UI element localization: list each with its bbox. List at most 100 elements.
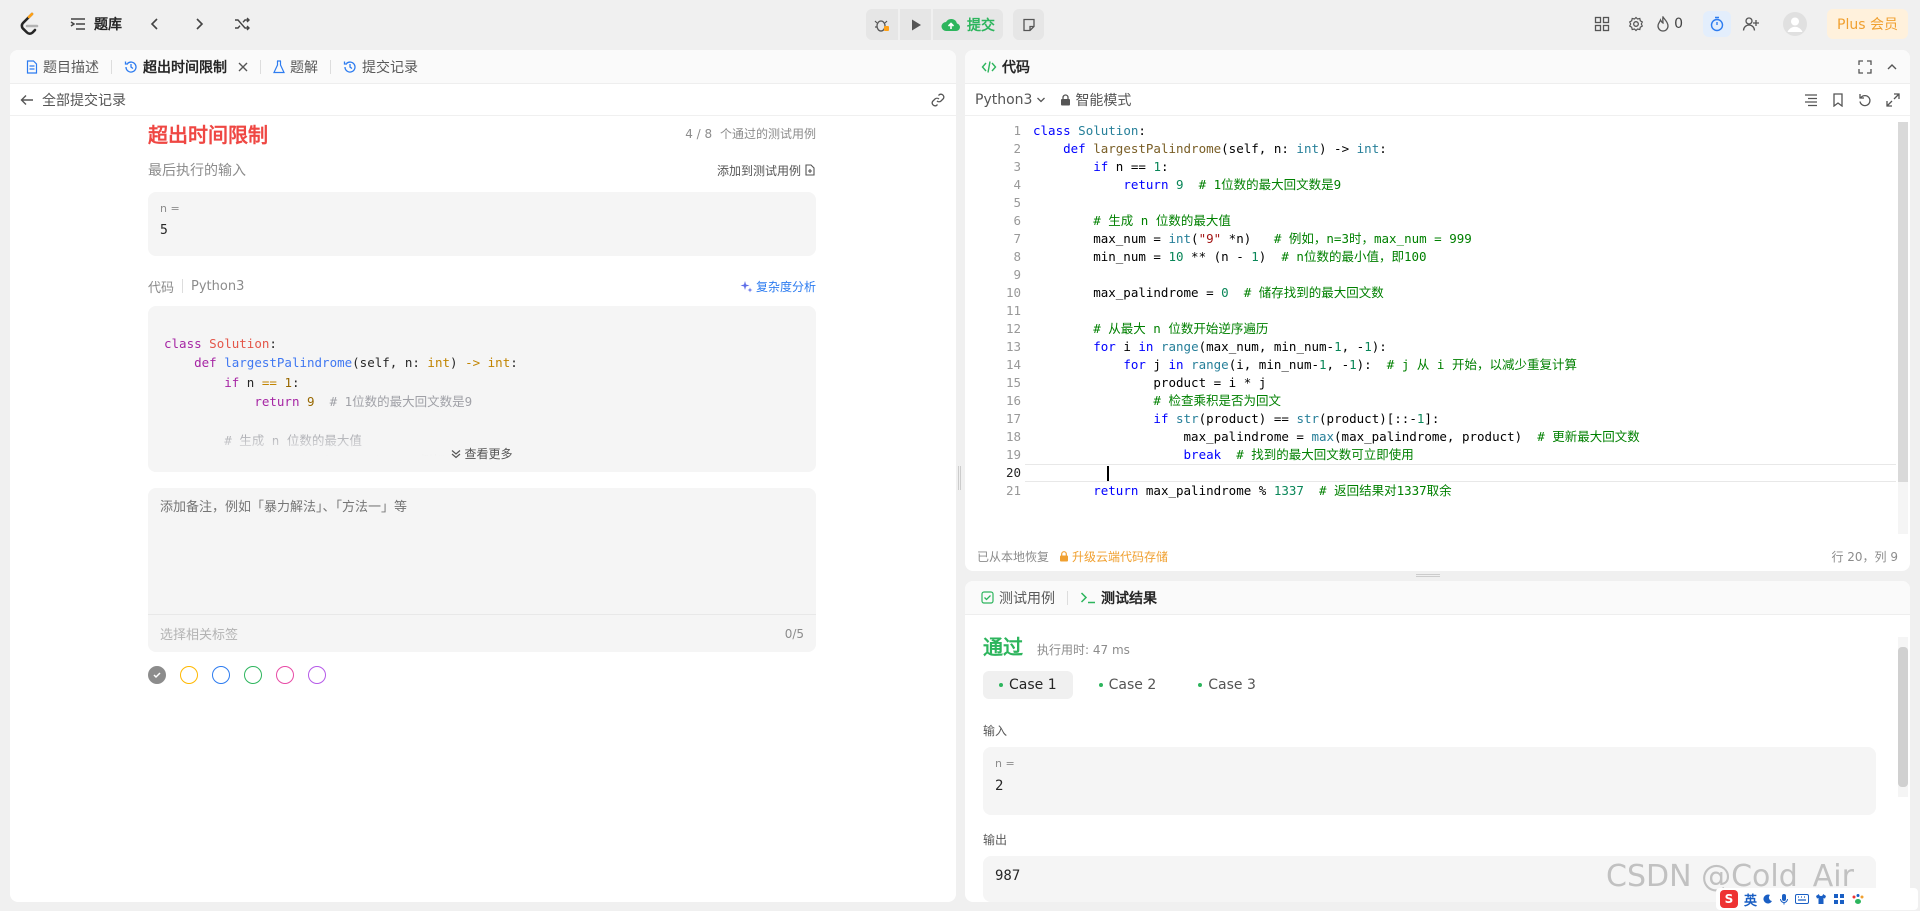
tag-select[interactable]: 选择相关标签 <box>160 624 238 643</box>
vertical-resize-handle[interactable] <box>958 466 961 490</box>
code-line[interactable] <box>1033 302 1640 320</box>
grid-icon[interactable] <box>1833 893 1845 905</box>
code-line[interactable]: return 9 # 1位数的最大回文数是9 <box>1033 176 1640 194</box>
code-line[interactable]: product = i * j <box>1033 374 1640 392</box>
code-line[interactable]: # 生成 n 位数的最大值 <box>1033 212 1640 230</box>
shirt-icon[interactable] <box>1815 893 1827 905</box>
run-button[interactable] <box>900 9 931 40</box>
timer-icon[interactable] <box>1703 11 1732 37</box>
result-scrollbar[interactable] <box>1898 637 1908 797</box>
complexity-analysis-button[interactable]: 复杂度分析 <box>740 278 816 295</box>
code-line[interactable]: class Solution: <box>1033 122 1640 140</box>
submit-button[interactable]: 提交 <box>933 9 1003 40</box>
paw-icon[interactable] <box>1851 893 1865 905</box>
bookmark-icon[interactable] <box>1832 92 1844 107</box>
tab-code[interactable]: 代码 <box>973 57 1038 77</box>
color-tag-purple[interactable] <box>308 666 326 684</box>
code-line[interactable]: return max_palindrome % 1337 # 返回结果对1337… <box>1033 482 1640 500</box>
chevron-left-icon[interactable] <box>148 17 162 31</box>
collapse-icon[interactable] <box>1886 61 1898 73</box>
ime-toolbar: S 英 <box>1716 888 1918 910</box>
color-tag-green[interactable] <box>244 666 262 684</box>
language-select[interactable]: Python3 <box>975 92 1046 108</box>
pass-dot <box>999 683 1003 687</box>
editor-scrollbar-thumb[interactable] <box>1898 122 1908 482</box>
code-editor[interactable]: class Solution: def largestPalindrome(se… <box>1033 122 1640 500</box>
flame-icon[interactable]: 0 <box>1656 16 1683 32</box>
chevron-right-icon[interactable] <box>192 17 206 31</box>
maximize-icon[interactable] <box>1858 59 1872 74</box>
problem-library-link[interactable]: 题库 <box>94 14 122 34</box>
avatar[interactable] <box>1783 12 1808 36</box>
code-line[interactable]: break # 找到的最大回文数可立即使用 <box>1033 446 1640 464</box>
notes-button[interactable] <box>1013 9 1044 40</box>
microphone-icon[interactable] <box>1779 893 1789 905</box>
code-line[interactable]: min_num = 10 ** (n - 1) # n位数的最小值，即100 <box>1033 248 1640 266</box>
upgrade-storage-link[interactable]: 升级云端代码存储 <box>1059 548 1168 565</box>
smart-mode-toggle[interactable]: 智能模式 <box>1060 90 1131 110</box>
reset-icon[interactable] <box>1858 93 1872 107</box>
line-number: 13 <box>1005 339 1021 354</box>
color-tag-gray[interactable] <box>148 666 166 684</box>
code-line[interactable]: # 检查乘积是否为回文 <box>1033 392 1640 410</box>
moon-icon[interactable] <box>1763 894 1773 904</box>
note-input[interactable] <box>148 488 816 612</box>
code-line[interactable] <box>1033 266 1640 284</box>
color-tag-pink[interactable] <box>276 666 294 684</box>
tab-separator <box>1067 590 1068 605</box>
tab-description-label: 题目描述 <box>43 59 99 76</box>
leetcode-logo[interactable] <box>18 12 40 36</box>
keyboard-icon[interactable] <box>1795 894 1810 904</box>
expand-icon[interactable] <box>1886 92 1900 107</box>
case-tab-2[interactable]: Case 2 <box>1083 671 1173 699</box>
plus-membership-button[interactable]: Plus 会员 <box>1827 9 1908 39</box>
editor-tabbar: 代码 <box>965 50 1910 84</box>
tab-description[interactable]: 题目描述 <box>18 57 107 77</box>
case-tab-1[interactable]: Case 1 <box>983 671 1073 699</box>
ime-language[interactable]: 英 <box>1744 890 1757 909</box>
code-line[interactable]: max_num = int("9" *n) # 例如，n=3时，max_num … <box>1033 230 1640 248</box>
tab-testcase[interactable]: 测试用例 <box>973 588 1063 608</box>
debug-button[interactable] <box>866 9 898 40</box>
separator <box>182 279 184 293</box>
code-line[interactable]: for i in range(max_num, min_num-1, -1): <box>1033 338 1640 356</box>
add-collaborator-icon[interactable] <box>1737 16 1765 32</box>
code-line[interactable]: max_palindrome = 0 # 储存找到的最大回文数 <box>1033 284 1640 302</box>
line-number: 2 <box>1013 141 1021 156</box>
panel-resize-handle[interactable] <box>1416 574 1440 577</box>
case-tab-3[interactable]: Case 3 <box>1182 671 1272 699</box>
list-icon[interactable] <box>70 16 86 32</box>
code-line[interactable]: if n == 1: <box>1033 158 1640 176</box>
line-number: 3 <box>1013 159 1021 174</box>
close-icon[interactable] <box>238 62 248 72</box>
format-icon[interactable] <box>1804 93 1818 107</box>
result-scrollbar-thumb[interactable] <box>1898 647 1908 787</box>
tab-submissions[interactable]: 提交记录 <box>335 57 426 77</box>
gear-icon[interactable] <box>1622 16 1650 32</box>
complexity-label: 复杂度分析 <box>755 279 816 294</box>
add-testcase-button[interactable]: 添加到测试用例 <box>717 162 816 179</box>
code-line[interactable] <box>1033 194 1640 212</box>
code-line[interactable]: if str(product) == str(product)[::-1]: <box>1033 410 1640 428</box>
code-line[interactable]: # 从最大 n 位数开始逆序遍历 <box>1033 320 1640 338</box>
code-line[interactable]: max_palindrome = max(max_palindrome, pro… <box>1033 428 1640 446</box>
share-link-icon[interactable] <box>930 92 946 108</box>
code-line[interactable]: for j in range(i, min_num-1, -1): # j 从 … <box>1033 356 1640 374</box>
shuffle-icon[interactable] <box>234 16 250 32</box>
color-tag-yellow[interactable] <box>180 666 198 684</box>
input-value: 5 <box>160 223 168 238</box>
sogou-logo[interactable]: S <box>1720 890 1738 908</box>
input-value: 2 <box>995 778 1004 794</box>
tab-test-result[interactable]: 测试结果 <box>1072 588 1165 608</box>
arrow-left-icon[interactable] <box>20 93 34 107</box>
code-line[interactable] <box>1033 464 1640 482</box>
tab-solutions[interactable]: 题解 <box>265 57 326 77</box>
tab-solutions-label: 题解 <box>290 59 318 76</box>
code-line[interactable]: def largestPalindrome(self, n: int) -> i… <box>1033 140 1640 158</box>
tab-tle[interactable]: 超出时间限制 <box>116 57 256 77</box>
editor-scrollbar[interactable] <box>1898 122 1908 534</box>
see-more-button[interactable]: 查看更多 <box>148 445 816 462</box>
all-submissions-link[interactable]: 全部提交记录 <box>42 90 126 110</box>
layout-icon[interactable] <box>1588 16 1616 32</box>
color-tag-blue[interactable] <box>212 666 230 684</box>
